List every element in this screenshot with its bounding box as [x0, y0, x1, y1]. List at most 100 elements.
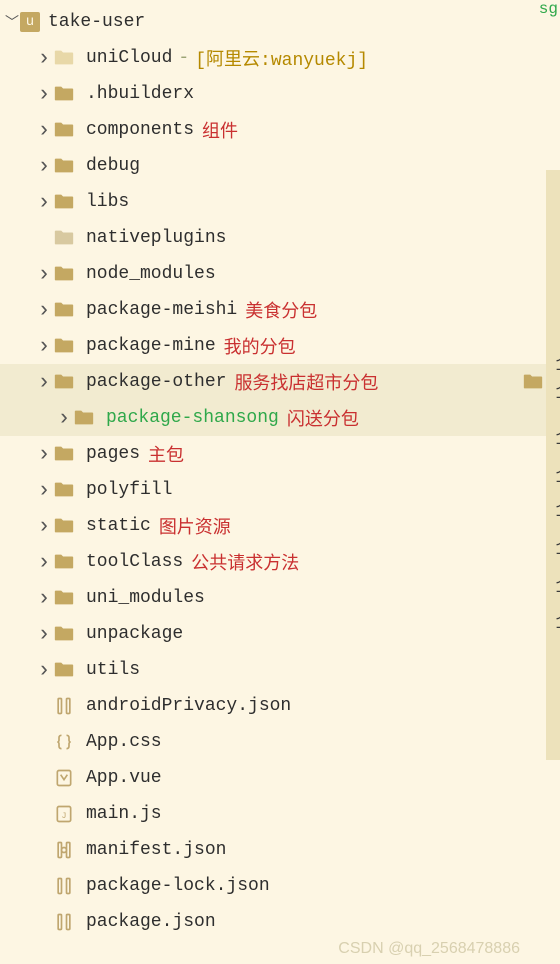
- chevron-right-icon[interactable]: [36, 550, 52, 575]
- project-root-row[interactable]: u take-user: [0, 4, 560, 40]
- folder-icon: [52, 298, 76, 322]
- chevron-right-icon[interactable]: [36, 190, 52, 215]
- folder-icon: [52, 622, 76, 646]
- annotation-text: 我的分包: [224, 333, 296, 359]
- tree-item-label: static: [86, 516, 151, 536]
- chevron-right-icon[interactable]: [36, 514, 52, 539]
- chevron-right-icon[interactable]: [36, 298, 52, 323]
- tree-row[interactable]: package-lock.json: [0, 868, 560, 904]
- fragment-text-right: sg: [539, 0, 558, 18]
- chevron-right-icon[interactable]: [56, 406, 72, 431]
- annotation-text: 闪送分包: [287, 405, 359, 431]
- folder-icon: [52, 442, 76, 466]
- tree-item-label: utils: [86, 660, 140, 680]
- tree-row[interactable]: uniCloud-[阿里云:wanyuekj]: [0, 40, 560, 76]
- tree-item-label: package-shansong: [106, 408, 279, 428]
- folder-icon: [72, 406, 96, 430]
- folder-marker-icon: [522, 371, 544, 393]
- json-file-icon: [52, 874, 76, 898]
- folder-icon: [52, 46, 76, 70]
- tree-item-label: App.css: [86, 732, 162, 752]
- tree-item-label: toolClass: [86, 552, 183, 572]
- chevron-down-icon[interactable]: [4, 12, 20, 32]
- scrollbar-track[interactable]: [546, 170, 560, 760]
- chevron-right-icon[interactable]: [36, 154, 52, 179]
- tree-row[interactable]: polyfill: [0, 472, 560, 508]
- folder-icon: [52, 226, 76, 250]
- chevron-right-icon[interactable]: [36, 118, 52, 143]
- project-icon: u: [20, 12, 40, 32]
- vue-file-icon: [52, 766, 76, 790]
- tree-row[interactable]: App.vue: [0, 760, 560, 796]
- tree-row[interactable]: package-other服务找店超市分包: [0, 364, 560, 400]
- tree-row[interactable]: package-mine 我的分包: [0, 328, 560, 364]
- tree-item-label: package-meishi: [86, 300, 237, 320]
- json-file-icon: [52, 694, 76, 718]
- chevron-right-icon[interactable]: [36, 622, 52, 647]
- annotation-text: 公共请求方法: [191, 549, 299, 575]
- chevron-right-icon[interactable]: [36, 370, 52, 395]
- tree-row[interactable]: package-meishi美食分包: [0, 292, 560, 328]
- tree-item-label: manifest.json: [86, 840, 226, 860]
- chevron-right-icon[interactable]: [36, 262, 52, 287]
- chevron-right-icon[interactable]: [36, 442, 52, 467]
- folder-icon: [52, 190, 76, 214]
- annotation-text: 服务找店超市分包: [234, 369, 378, 395]
- cloud-dash: -: [178, 48, 189, 68]
- tree-item-label: main.js: [86, 804, 162, 824]
- folder-icon: [52, 658, 76, 682]
- tree-row[interactable]: debug: [0, 148, 560, 184]
- folder-icon: [52, 478, 76, 502]
- project-name: take-user: [48, 12, 145, 32]
- cloud-suffix: [阿里云:wanyuekj]: [195, 45, 368, 71]
- tree-row[interactable]: pages主包: [0, 436, 560, 472]
- tree-row[interactable]: nativeplugins: [0, 220, 560, 256]
- annotation-text: 组件: [202, 117, 238, 143]
- tree-row[interactable]: components组件: [0, 112, 560, 148]
- manifest-file-icon: [52, 838, 76, 862]
- tree-row[interactable]: Jmain.js: [0, 796, 560, 832]
- tree-item-label: .hbuilderx: [86, 84, 194, 104]
- tree-item-label: nativeplugins: [86, 228, 226, 248]
- tree-row[interactable]: libs: [0, 184, 560, 220]
- cropped-number: 1: [555, 614, 560, 634]
- css-file-icon: [52, 730, 76, 754]
- cropped-number: 1: [555, 502, 560, 522]
- tree-row[interactable]: toolClass 公共请求方法: [0, 544, 560, 580]
- js-file-icon: J: [52, 802, 76, 826]
- tree-item-label: package-mine: [86, 336, 216, 356]
- tree-item-label: node_modules: [86, 264, 216, 284]
- file-tree: u take-user uniCloud-[阿里云:wanyuekj] .hbui…: [0, 0, 560, 940]
- cropped-number: 1: [555, 430, 560, 450]
- tree-item-label: package.json: [86, 912, 216, 932]
- chevron-right-icon[interactable]: [36, 334, 52, 359]
- chevron-right-icon[interactable]: [36, 82, 52, 107]
- folder-icon: [52, 370, 76, 394]
- tree-row[interactable]: manifest.json: [0, 832, 560, 868]
- chevron-right-icon[interactable]: [36, 586, 52, 611]
- folder-icon: [52, 262, 76, 286]
- tree-row[interactable]: App.css: [0, 724, 560, 760]
- annotation-text: 主包: [148, 441, 184, 467]
- folder-icon: [52, 586, 76, 610]
- tree-row[interactable]: unpackage: [0, 616, 560, 652]
- folder-icon: [52, 118, 76, 142]
- tree-row[interactable]: package-shansong 闪送分包: [0, 400, 560, 436]
- tree-row[interactable]: utils: [0, 652, 560, 688]
- watermark-text: CSDN @qq_2568478886: [338, 940, 520, 958]
- folder-icon: [52, 514, 76, 538]
- folder-icon: [52, 550, 76, 574]
- tree-row[interactable]: node_modules: [0, 256, 560, 292]
- chevron-right-icon[interactable]: [36, 46, 52, 71]
- tree-row[interactable]: package.json: [0, 904, 560, 940]
- tree-row[interactable]: .hbuilderx: [0, 76, 560, 112]
- tree-row[interactable]: static 图片资源: [0, 508, 560, 544]
- tree-item-label: androidPrivacy.json: [86, 696, 291, 716]
- cropped-number: 1: [555, 540, 560, 560]
- chevron-right-icon[interactable]: [36, 478, 52, 503]
- tree-row[interactable]: androidPrivacy.json: [0, 688, 560, 724]
- annotation-text: 图片资源: [159, 513, 231, 539]
- tree-row[interactable]: uni_modules: [0, 580, 560, 616]
- chevron-right-icon[interactable]: [36, 658, 52, 683]
- folder-icon: [52, 154, 76, 178]
